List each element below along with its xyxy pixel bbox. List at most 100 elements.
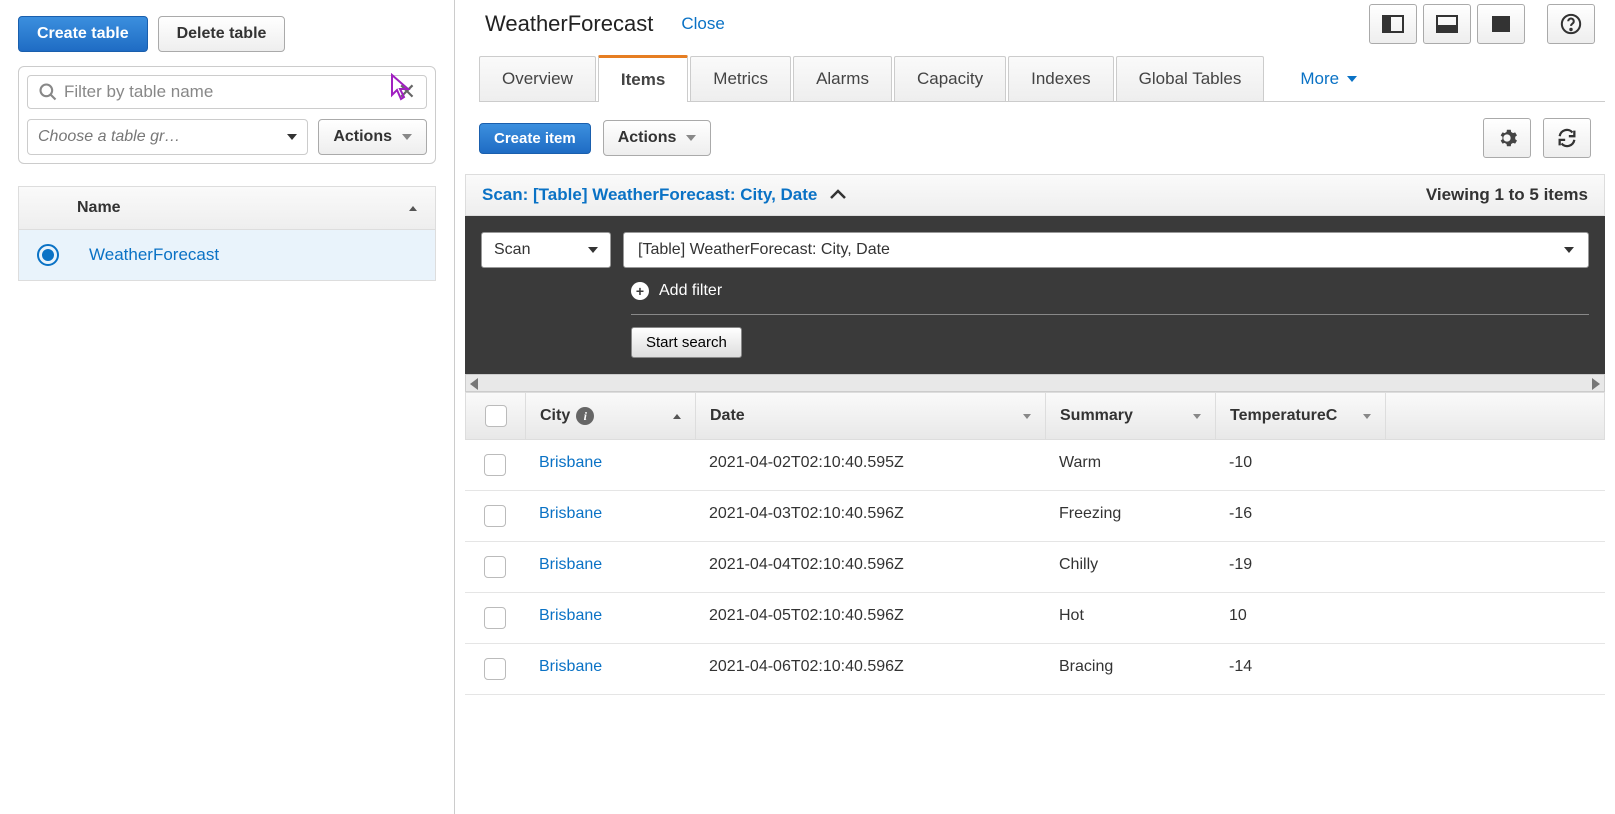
search-icon — [38, 82, 58, 102]
main-panel: WeatherForecast Close Overview Items Met… — [455, 0, 1615, 814]
table-row: Brisbane2021-04-03T02:10:40.596ZFreezing… — [465, 491, 1605, 542]
row-date: 2021-04-02T02:10:40.595Z — [695, 440, 1045, 490]
split-horizontal-icon — [1436, 15, 1458, 33]
row-date: 2021-04-03T02:10:40.596Z — [695, 491, 1045, 541]
caret-down-icon — [402, 134, 412, 140]
sort-icon — [1023, 414, 1031, 419]
filter-panel: ✕ Choose a table gr… Actions — [18, 66, 436, 164]
scan-mode-value: Scan — [494, 241, 530, 259]
sort-icon — [1193, 414, 1201, 419]
table-list-row[interactable]: WeatherForecast — [18, 230, 436, 281]
layout-split-vertical-button[interactable] — [1369, 4, 1417, 44]
row-checkbox[interactable] — [484, 556, 506, 578]
viewing-count: Viewing 1 to 5 items — [1426, 185, 1588, 205]
filter-input[interactable] — [64, 82, 416, 102]
column-temperature[interactable]: TemperatureC — [1216, 393, 1386, 439]
start-search-button[interactable]: Start search — [631, 327, 742, 358]
row-city-link[interactable]: Brisbane — [525, 593, 695, 643]
settings-button[interactable] — [1483, 118, 1531, 158]
refresh-button[interactable] — [1543, 118, 1591, 158]
actions-label: Actions — [333, 128, 392, 146]
table-row: Brisbane2021-04-05T02:10:40.596ZHot10 — [465, 593, 1605, 644]
sidebar-actions-button[interactable]: Actions — [318, 119, 427, 155]
create-item-button[interactable]: Create item — [479, 123, 591, 154]
column-city[interactable]: Cityi — [526, 393, 696, 439]
row-check-cell — [465, 644, 525, 694]
add-filter-label: Add filter — [659, 282, 722, 300]
row-check-cell — [465, 491, 525, 541]
split-vertical-icon — [1382, 15, 1404, 33]
row-check-cell — [465, 542, 525, 592]
row-summary: Freezing — [1045, 491, 1215, 541]
help-icon — [1560, 13, 1582, 35]
scan-config-row: Scan [Table] WeatherForecast: City, Date — [481, 232, 1589, 268]
more-label: More — [1300, 69, 1339, 89]
column-city-label: City — [540, 407, 570, 425]
scan-target-select[interactable]: [Table] WeatherForecast: City, Date — [623, 232, 1589, 268]
tabs: Overview Items Metrics Alarms Capacity I… — [479, 54, 1605, 102]
row-check-cell — [465, 593, 525, 643]
row-checkbox[interactable] — [484, 454, 506, 476]
help-button[interactable] — [1547, 4, 1595, 44]
row-checkbox[interactable] — [484, 505, 506, 527]
row-city-link[interactable]: Brisbane — [525, 491, 695, 541]
row-temperature: 10 — [1215, 593, 1385, 643]
scan-mode-select[interactable]: Scan — [481, 232, 611, 268]
page-title: WeatherForecast — [485, 11, 653, 37]
horizontal-scrollbar[interactable] — [465, 374, 1605, 392]
tables-header[interactable]: Name — [18, 186, 436, 230]
scan-summary-link[interactable]: Scan: [Table] WeatherForecast: City, Dat… — [482, 185, 817, 205]
row-city-link[interactable]: Brisbane — [525, 644, 695, 694]
row-city-link[interactable]: Brisbane — [525, 440, 695, 490]
table-row: Brisbane2021-04-02T02:10:40.595ZWarm-10 — [465, 440, 1605, 491]
row-checkbox[interactable] — [484, 607, 506, 629]
add-filter-button[interactable]: + Add filter — [631, 282, 1589, 300]
actions-label: Actions — [618, 129, 677, 147]
sidebar: Create table Delete table ✕ Choose a tab… — [0, 0, 455, 814]
plus-circle-icon: + — [631, 282, 649, 300]
row-temperature: -19 — [1215, 542, 1385, 592]
select-all-cell — [466, 393, 526, 439]
row-temperature: -16 — [1215, 491, 1385, 541]
layout-split-horizontal-button[interactable] — [1423, 4, 1471, 44]
tab-indexes[interactable]: Indexes — [1008, 56, 1114, 101]
caret-down-icon — [1564, 247, 1574, 253]
close-link[interactable]: Close — [681, 14, 724, 34]
scan-summary-bar: Scan: [Table] WeatherForecast: City, Dat… — [465, 174, 1605, 216]
delete-table-button[interactable]: Delete table — [158, 16, 286, 52]
clear-filter-icon[interactable]: ✕ — [398, 79, 416, 105]
column-date[interactable]: Date — [696, 393, 1046, 439]
tab-global-tables[interactable]: Global Tables — [1116, 56, 1265, 101]
collapse-icon[interactable] — [829, 187, 847, 203]
row-city-link[interactable]: Brisbane — [525, 542, 695, 592]
sort-asc-icon — [673, 414, 681, 419]
tab-alarms[interactable]: Alarms — [793, 56, 892, 101]
row-checkbox[interactable] — [484, 658, 506, 680]
tab-capacity[interactable]: Capacity — [894, 56, 1006, 101]
radio-selected-icon[interactable] — [37, 244, 59, 266]
tab-more[interactable]: More — [1278, 57, 1379, 101]
select-all-checkbox[interactable] — [485, 405, 507, 427]
column-summary[interactable]: Summary — [1046, 393, 1216, 439]
group-placeholder: Choose a table gr… — [38, 128, 180, 146]
table-name-link[interactable]: WeatherForecast — [89, 245, 219, 265]
row-summary: Chilly — [1045, 542, 1215, 592]
info-icon[interactable]: i — [576, 407, 594, 425]
tab-overview[interactable]: Overview — [479, 56, 596, 101]
column-summary-label: Summary — [1060, 407, 1133, 425]
row-check-cell — [465, 440, 525, 490]
table-row: Brisbane2021-04-06T02:10:40.596ZBracing-… — [465, 644, 1605, 695]
row-date: 2021-04-05T02:10:40.596Z — [695, 593, 1045, 643]
row-date: 2021-04-04T02:10:40.596Z — [695, 542, 1045, 592]
table-group-select[interactable]: Choose a table gr… — [27, 119, 308, 155]
caret-down-icon — [287, 134, 297, 140]
main-header: WeatherForecast Close — [465, 0, 1605, 54]
row-date: 2021-04-06T02:10:40.596Z — [695, 644, 1045, 694]
refresh-icon — [1556, 127, 1578, 149]
create-table-button[interactable]: Create table — [18, 16, 148, 52]
row-summary: Hot — [1045, 593, 1215, 643]
layout-full-button[interactable] — [1477, 4, 1525, 44]
items-actions-button[interactable]: Actions — [603, 120, 712, 156]
tab-metrics[interactable]: Metrics — [690, 56, 791, 101]
tab-items[interactable]: Items — [598, 55, 688, 102]
